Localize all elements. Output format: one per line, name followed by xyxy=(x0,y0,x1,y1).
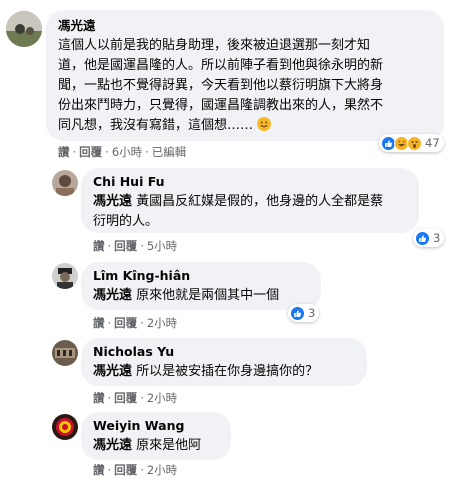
avatar-feng[interactable] xyxy=(6,11,42,47)
reply-button[interactable]: 回覆 xyxy=(114,316,137,330)
reaction-count: 47 xyxy=(425,136,440,150)
reaction-summary[interactable]: 47 xyxy=(379,134,444,152)
comment-bubble-lim-king-hian: Lîm Kîng-hiân 馮光遠 原來他就是兩個其中一個 xyxy=(81,262,321,310)
comment-actions: 讚 · 回覆 · 2小時 xyxy=(93,316,178,330)
author-name[interactable]: 馮光遠 xyxy=(58,18,432,34)
mention-tag[interactable]: 馮光遠 xyxy=(93,194,132,209)
timestamp[interactable]: 2小時 xyxy=(147,316,177,330)
comment-line: 原來他就是兩個其中一個 xyxy=(136,288,280,303)
reply-button[interactable]: 回覆 xyxy=(79,145,102,159)
comment-line: 衍明的人。 xyxy=(93,214,159,229)
edited-label[interactable]: 已編輯 xyxy=(152,145,187,159)
comment-text: 馮光遠 原來是他阿 xyxy=(93,436,219,456)
smiley-emoji xyxy=(257,117,272,131)
reply-button[interactable]: 回覆 xyxy=(114,239,137,253)
like-button[interactable]: 讚 xyxy=(58,145,70,159)
like-button[interactable]: 讚 xyxy=(93,391,105,405)
avatar-lim-king-hian[interactable] xyxy=(52,263,78,289)
comment-actions: 讚 · 回覆 · 2小時 xyxy=(93,391,178,405)
mention-tag[interactable]: 馮光遠 xyxy=(93,288,132,303)
avatar-weiyin-wang[interactable] xyxy=(52,414,78,440)
comment-bubble-weiyin-wang: Weiyin Wang 馮光遠 原來是他阿 xyxy=(81,412,231,460)
comment-bubble-chi-hui-fu: Chi Hui Fu 馮光遠 黃國昌反紅媒是假的，他身邊的人全都是蔡 衍明的人。 xyxy=(81,168,419,233)
reaction-summary[interactable]: 3 xyxy=(413,229,445,247)
comment-actions: 讚 · 回覆 · 2小時 xyxy=(93,463,178,477)
wow-icon xyxy=(407,135,422,151)
comment-actions: 讚 · 回覆 · 6小時 · 已編輯 xyxy=(58,145,187,159)
comment-line: 同凡想，我沒有寫錯，這個想…… xyxy=(58,116,432,136)
timestamp[interactable]: 6小時 xyxy=(112,145,142,159)
comment-line-text: 同凡想，我沒有寫錯，這個想…… xyxy=(58,118,254,133)
author-name[interactable]: Nicholas Yu xyxy=(93,344,355,360)
comment-text: 這個人以前是我的貼身助理，後來被迫退選那一刻才知 道，他是國運昌隆的人。所以前陣… xyxy=(58,36,432,136)
mention-tag[interactable]: 馮光遠 xyxy=(93,364,132,379)
comment-text: 馮光遠 所以是被安插在你身邊搞你的？ xyxy=(93,362,355,382)
comment-line: 黃國昌反紅媒是假的，他身邊的人全都是蔡 xyxy=(136,194,384,209)
author-name[interactable]: Lîm Kîng-hiân xyxy=(93,268,309,284)
like-button[interactable]: 讚 xyxy=(93,463,105,477)
comment-actions: 讚 · 回覆 · 5小時 xyxy=(93,239,178,253)
comment-bubble-feng: 馮光遠 這個人以前是我的貼身助理，後來被迫退選那一刻才知 道，他是國運昌隆的人。… xyxy=(46,10,444,141)
comment-line: 聞，一點也不覺得訝異，今天看到他以蔡衍明旗下大將身 xyxy=(58,78,384,93)
timestamp[interactable]: 2小時 xyxy=(147,391,177,405)
reaction-summary[interactable]: 3 xyxy=(288,304,320,322)
comment-line: 道，他是國運昌隆的人。所以前陣子看到他與徐永明的新 xyxy=(58,58,384,73)
reaction-count: 3 xyxy=(433,231,441,245)
comment-line: 原來是他阿 xyxy=(136,438,202,453)
timestamp[interactable]: 5小時 xyxy=(147,239,177,253)
comment-line: 所以是被安插在你身邊搞你的？ xyxy=(136,364,319,379)
comment-line: 份出來鬥時力，只覺得，國運昌隆調教出來的人，果然不 xyxy=(58,98,384,113)
reaction-count: 3 xyxy=(308,306,316,320)
timestamp[interactable]: 2小時 xyxy=(147,463,177,477)
comment-text: 馮光遠 原來他就是兩個其中一個 xyxy=(93,286,309,306)
reply-button[interactable]: 回覆 xyxy=(114,463,137,477)
comment-line: 這個人以前是我的貼身助理，後來被迫退選那一刻才知 xyxy=(58,38,371,53)
author-name[interactable]: Chi Hui Fu xyxy=(93,174,407,190)
reply-button[interactable]: 回覆 xyxy=(114,391,137,405)
avatar-nicholas-yu[interactable] xyxy=(52,340,78,366)
like-icon xyxy=(415,230,430,246)
comment-bubble-nicholas-yu: Nicholas Yu 馮光遠 所以是被安插在你身邊搞你的？ xyxy=(81,338,367,386)
avatar-chi-hui-fu[interactable] xyxy=(52,170,78,196)
like-button[interactable]: 讚 xyxy=(93,239,105,253)
mention-tag[interactable]: 馮光遠 xyxy=(93,438,132,453)
like-icon xyxy=(290,305,305,321)
like-button[interactable]: 讚 xyxy=(93,316,105,330)
comment-text: 馮光遠 黃國昌反紅媒是假的，他身邊的人全都是蔡 衍明的人。 xyxy=(93,192,407,232)
author-name[interactable]: Weiyin Wang xyxy=(93,418,219,434)
